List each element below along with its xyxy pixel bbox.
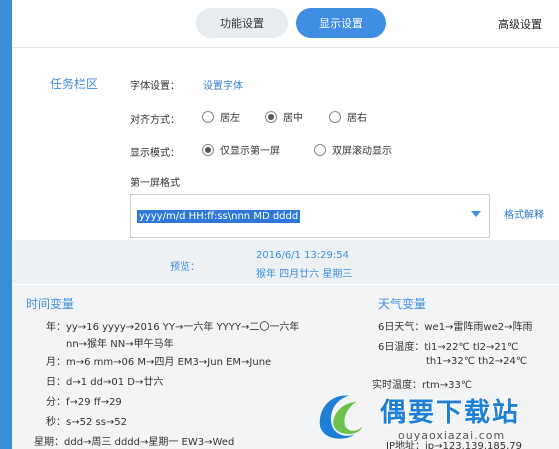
align-left-label: 居左 bbox=[220, 113, 240, 124]
chevron-down-icon[interactable] bbox=[471, 211, 481, 217]
time-var-month: 月：m→6 mm→06 M→四月 EM3→Jun EM→June bbox=[46, 357, 272, 368]
weather-var-6day: 6日天气：we1→雷阵雨we2→阵雨 bbox=[378, 322, 533, 333]
radio-circle bbox=[314, 143, 326, 156]
weather-var-realtime: 实时温度：rtm→33℃ bbox=[372, 380, 473, 391]
radio-circle-checked bbox=[265, 110, 277, 123]
alignment-label: 对齐方式： bbox=[130, 115, 180, 126]
radio-circle bbox=[329, 110, 341, 123]
mode-first-screen-radio[interactable]: 仅显示第一屏 bbox=[202, 142, 280, 157]
mode-dual-scroll-label: 双屏滚动显示 bbox=[332, 146, 392, 157]
align-right-radio[interactable]: 居右 bbox=[329, 109, 367, 124]
align-center-label: 居中 bbox=[283, 113, 303, 124]
font-settings-label: 字体设置： bbox=[130, 81, 180, 92]
set-font-link[interactable]: 设置字体 bbox=[203, 77, 243, 92]
time-var-year-lunar: nn→猴年 NN→甲午马年 bbox=[66, 339, 174, 350]
mode-dual-scroll-radio[interactable]: 双屏滚动显示 bbox=[314, 142, 392, 157]
weather-variables-title: 天气变量 bbox=[378, 297, 427, 311]
tab-advanced-settings[interactable]: 高级设置 bbox=[498, 16, 542, 32]
watermark-logo-text: 偶要下载站 bbox=[380, 398, 521, 428]
format-value-selected[interactable]: yyyy/m/d HH:ff:ss\nnn MD dddd bbox=[137, 210, 301, 223]
time-var-week: 星期：ddd→周三 dddd→星期一 EW3→Wed bbox=[34, 437, 235, 448]
section-taskbar-label: 任务栏区 bbox=[50, 77, 99, 91]
mode-first-screen-label: 仅显示第一屏 bbox=[220, 146, 280, 157]
align-left-radio[interactable]: 居左 bbox=[202, 109, 240, 124]
first-screen-format-label: 第一屏格式 bbox=[130, 178, 180, 189]
preview-label: 预览： bbox=[170, 262, 200, 273]
time-var-year: 年：yy→16 yyyy→2016 YY→一六年 YYYY→二〇一六年 bbox=[46, 322, 300, 333]
time-variables-title: 时间变量 bbox=[26, 297, 75, 311]
weather-var-temp-low: 6日温度：tl1→22℃ tl2→21℃ bbox=[378, 342, 519, 353]
tab-function-settings[interactable]: 功能设置 bbox=[196, 8, 288, 38]
time-var-second: 秒：s→52 ss→52 bbox=[46, 417, 128, 428]
time-var-minute: 分：f→29 ff→29 bbox=[46, 397, 122, 408]
left-accent-stripe bbox=[0, 0, 12, 449]
watermark-url: ouyaoxiazai.com bbox=[398, 429, 506, 442]
preview-line-1: 2016/6/1 13:29:54 bbox=[256, 250, 350, 261]
display-mode-label: 显示模式： bbox=[130, 148, 180, 159]
align-center-radio[interactable]: 居中 bbox=[265, 109, 303, 124]
watermark-logo-icon bbox=[319, 395, 363, 439]
format-combo-input[interactable]: yyyy/m/d HH:ff:ss\nnn MD dddd bbox=[130, 194, 490, 238]
radio-circle-checked bbox=[202, 143, 214, 156]
preview-line-2: 猴年 四月廿六 星期三 bbox=[256, 269, 353, 280]
weather-var-temp-high: th1→32℃ th2→24℃ bbox=[426, 356, 528, 367]
radio-circle bbox=[202, 110, 214, 123]
header-divider bbox=[12, 47, 559, 48]
time-var-day: 日：d→1 dd→01 D→廿六 bbox=[46, 377, 164, 388]
align-right-label: 居右 bbox=[347, 113, 367, 124]
tab-display-settings[interactable]: 显示设置 bbox=[296, 8, 386, 38]
format-help-link[interactable]: 格式解释 bbox=[504, 206, 544, 221]
